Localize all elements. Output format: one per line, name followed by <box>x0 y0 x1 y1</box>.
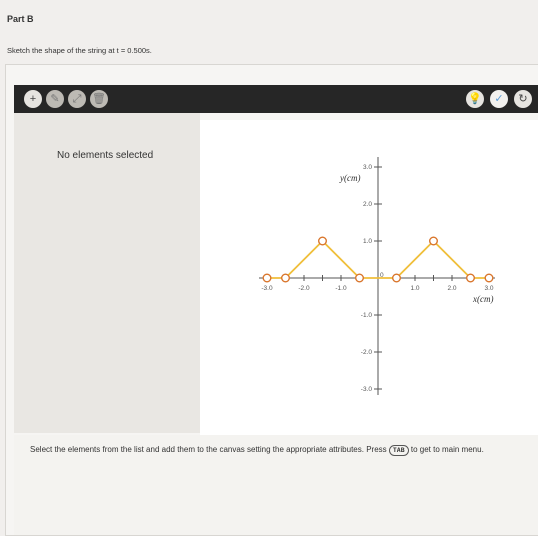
y-tick-label: -1.0 <box>361 312 373 319</box>
x-tick-label: 2.0 <box>447 285 456 292</box>
x-axis-label: x(cm) <box>472 294 493 304</box>
instructions-text: Select the elements from the list and ad… <box>30 445 387 454</box>
string-point <box>466 273 476 283</box>
string-point <box>428 236 438 246</box>
x-tick-label: -2.0 <box>298 285 310 292</box>
x-tick-label: -3.0 <box>261 285 273 292</box>
x-tick-label: -1.0 <box>335 285 347 292</box>
graph-svg[interactable]: -3.0 -2.0 -1.0 1.0 2.0 3.0 3.0 2.0 1.0 -1.0 -2.0 -3… <box>200 120 538 435</box>
y-tick-label: 2.0 <box>363 201 372 208</box>
y-tick-label: -2.0 <box>361 349 373 356</box>
y-tick-label: -3.0 <box>361 386 373 393</box>
plus-icon[interactable]: + <box>24 90 42 108</box>
y-tick-label: 3.0 <box>363 164 372 171</box>
instructions: Select the elements from the list and ad… <box>30 444 538 456</box>
hint-icon[interactable]: 💡 <box>466 90 484 108</box>
reset-icon[interactable]: ↻ <box>514 90 532 108</box>
check-icon[interactable]: ✓ <box>490 90 508 108</box>
element-list-panel <box>14 113 200 433</box>
string-point <box>280 273 290 283</box>
y-axis-label: y(cm) <box>339 173 360 183</box>
string-point <box>484 273 494 283</box>
tab-key-badge: TAB <box>388 445 409 456</box>
drawing-toolbar: + ✎ ⤢ 🗑 💡 ✓ ↻ <box>14 85 538 113</box>
trash-icon[interactable]: 🗑 <box>90 90 108 108</box>
part-title: Part B <box>7 14 34 24</box>
x-tick-label: 3.0 <box>484 285 493 292</box>
x-tick-label: 1.0 <box>410 285 419 292</box>
selection-status: No elements selected <box>57 150 154 161</box>
question-prompt: Sketch the shape of the string at t = 0.… <box>7 46 152 55</box>
string-point <box>391 273 401 283</box>
transform-icon[interactable]: ⤢ <box>68 90 86 108</box>
instructions-text-after: to get to main menu. <box>410 445 484 454</box>
pen-icon[interactable]: ✎ <box>46 90 64 108</box>
graph-canvas[interactable]: -3.0 -2.0 -1.0 1.0 2.0 3.0 3.0 2.0 1.0 -1.0 -2.0 -3… <box>200 120 538 435</box>
string-point <box>317 236 327 246</box>
string-point <box>262 273 272 283</box>
string-point <box>354 273 364 283</box>
y-tick-label: 1.0 <box>363 238 372 245</box>
